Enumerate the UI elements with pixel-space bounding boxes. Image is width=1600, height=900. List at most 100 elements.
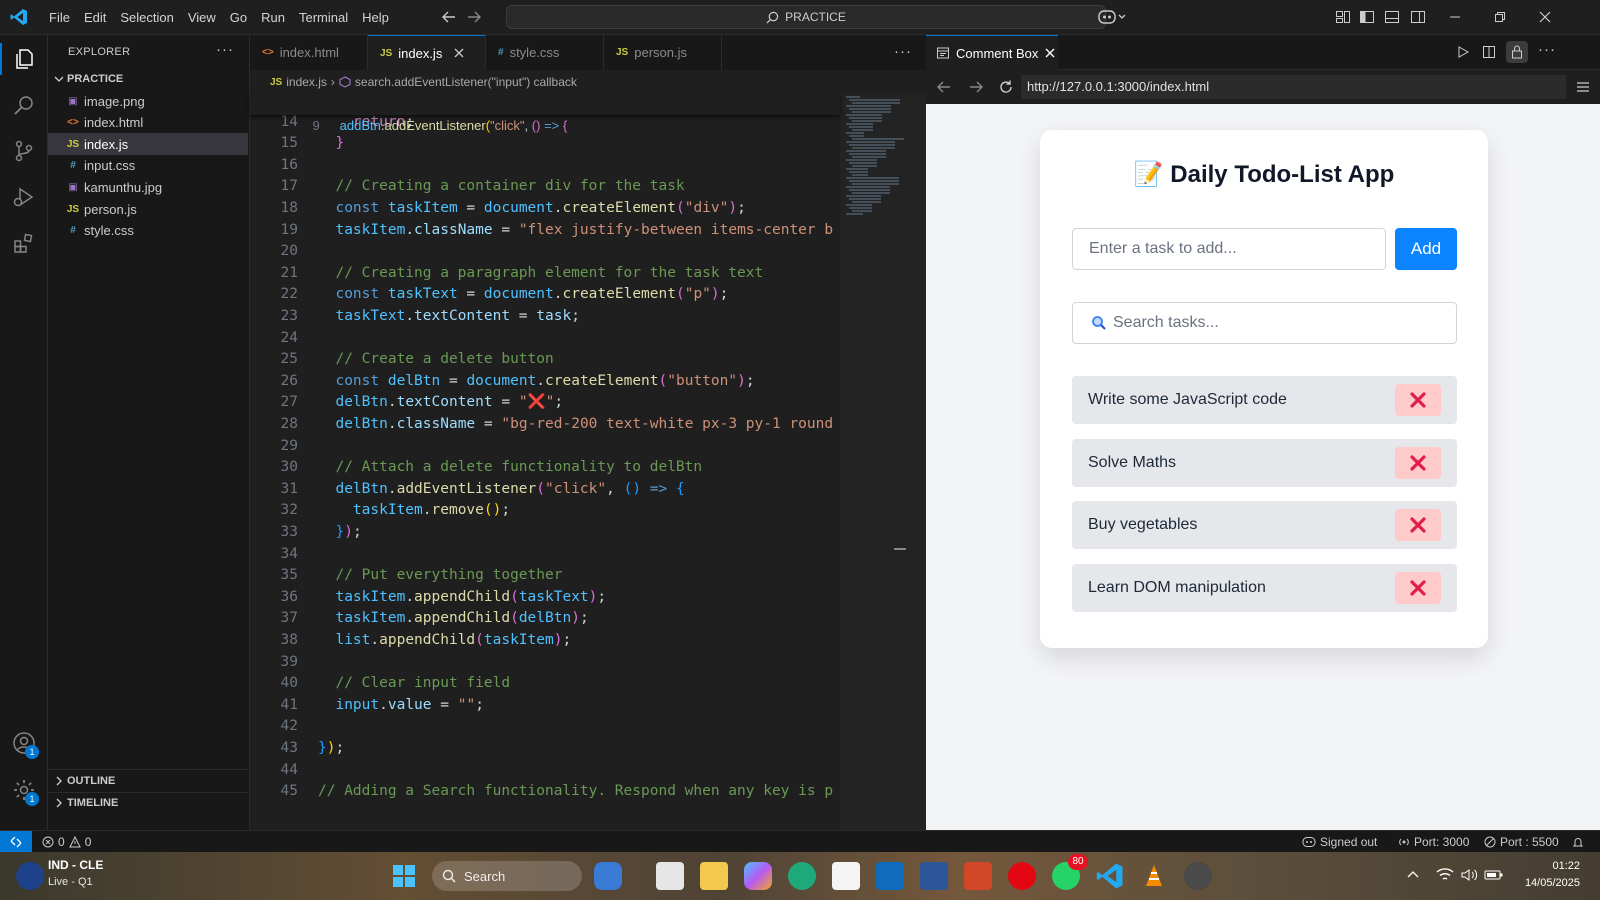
code-token: "p" (684, 286, 711, 303)
delete-button[interactable] (1395, 572, 1441, 605)
menu-view[interactable]: View (181, 0, 223, 35)
breadcrumb-symbol[interactable]: search.addEventListener("input") callbac… (355, 75, 577, 89)
chevron-up-icon[interactable] (1406, 868, 1420, 882)
delete-button[interactable] (1395, 509, 1441, 542)
close-window-icon[interactable] (1537, 9, 1553, 25)
port-3000-indicator[interactable]: Port: 3000 (1398, 831, 1469, 853)
file-item[interactable]: # style.css (48, 220, 248, 242)
breadcrumb-file[interactable]: index.js (286, 75, 327, 89)
code-line: 25 // Create a delete button (250, 348, 840, 370)
opera-icon[interactable] (1008, 862, 1036, 890)
menu-run[interactable]: Run (254, 0, 292, 35)
menu-icon[interactable] (1576, 80, 1590, 94)
outline-section[interactable]: OUTLINE (48, 770, 248, 792)
back-arrow-icon[interactable] (441, 9, 457, 25)
delete-button[interactable] (1395, 446, 1441, 479)
file-item[interactable]: JS person.js (48, 198, 248, 220)
remote-icon[interactable] (0, 831, 32, 853)
microsoft-store-icon[interactable] (832, 862, 860, 890)
windows-start-icon[interactable] (390, 862, 418, 890)
outlook-icon[interactable] (876, 862, 904, 890)
nba-logo-icon[interactable] (16, 862, 44, 890)
menu-edit[interactable]: Edit (77, 0, 113, 35)
file-explorer-icon[interactable] (700, 862, 728, 890)
widgets-icon[interactable] (594, 862, 622, 890)
edge-icon[interactable] (788, 862, 816, 890)
minimap-line (852, 138, 904, 140)
tab-index-js[interactable]: JS index.js (368, 35, 486, 70)
settings-app-icon[interactable] (1184, 862, 1212, 890)
wifi-icon[interactable] (1436, 867, 1454, 883)
tab-person-js[interactable]: JS person.js (604, 35, 722, 70)
close-tab-icon[interactable] (454, 48, 464, 58)
task-input[interactable]: Enter a task to add... (1072, 228, 1386, 270)
lock-icon[interactable] (1506, 41, 1528, 63)
clock[interactable]: 01:22 14/05/2025 (1525, 858, 1580, 892)
signed-out-indicator[interactable]: Signed out (1302, 831, 1377, 853)
source-control-icon[interactable] (12, 139, 36, 163)
file-item[interactable]: <> index.html (48, 112, 248, 134)
file-item[interactable]: ▣ image.png (48, 90, 248, 112)
reload-icon[interactable] (998, 79, 1014, 95)
close-tab-icon[interactable] (1044, 47, 1056, 59)
line-number: 19 (280, 221, 298, 238)
search-tasks-input[interactable]: Search tasks... (1072, 302, 1457, 344)
vlc-icon[interactable] (1140, 862, 1168, 890)
notifications-bell-icon[interactable] (1572, 831, 1584, 853)
battery-icon[interactable] (1484, 868, 1504, 882)
minimize-icon[interactable] (1447, 9, 1463, 25)
extensions-icon[interactable] (12, 231, 36, 255)
more-actions-icon[interactable]: ··· (1538, 41, 1556, 58)
code-area[interactable]: 13 alert("Task cannot be empty!");14 ret… (250, 93, 840, 830)
menu-selection[interactable]: Selection (113, 0, 180, 35)
tab-index-html[interactable]: <> index.html (250, 35, 368, 70)
add-button[interactable]: Add (1395, 228, 1457, 270)
task-view-icon[interactable] (656, 862, 684, 890)
menu-file[interactable]: File (42, 0, 77, 35)
minimap[interactable] (840, 93, 926, 830)
restore-icon[interactable] (1492, 9, 1508, 25)
command-center-search[interactable]: PRACTICE (506, 5, 1106, 29)
file-item[interactable]: # input.css (48, 155, 248, 177)
toggle-panel-icon[interactable] (1384, 9, 1400, 25)
menu-go[interactable]: Go (223, 0, 254, 35)
word-icon[interactable] (920, 862, 948, 890)
toggle-secondary-sidebar-icon[interactable] (1410, 9, 1426, 25)
file-item[interactable]: JS index.js (48, 133, 248, 156)
split-editor-icon[interactable] (1482, 45, 1496, 59)
url-bar[interactable]: http://127.0.0.1:3000/index.html (1021, 75, 1566, 99)
tab-style-css[interactable]: # style.css (486, 35, 604, 70)
editor-more-actions-icon[interactable]: ··· (894, 43, 912, 60)
preview-tab[interactable]: Comment Box (926, 35, 1058, 70)
forward-arrow-icon[interactable] (968, 79, 984, 95)
problems-indicator[interactable]: 0 0 (42, 831, 91, 853)
volume-icon[interactable] (1460, 867, 1478, 883)
run-icon[interactable] (1456, 45, 1470, 59)
customize-layout-icon[interactable] (1335, 9, 1351, 25)
copilot-icon[interactable] (1098, 8, 1128, 26)
toggle-sidebar-icon[interactable] (1359, 9, 1375, 25)
run-debug-icon[interactable] (12, 185, 36, 209)
copilot-app-icon[interactable] (744, 862, 772, 890)
menu-terminal[interactable]: Terminal (292, 0, 355, 35)
code-line: 21 // Creating a paragraph element for t… (250, 262, 840, 284)
delete-button[interactable] (1395, 384, 1441, 416)
explorer-icon[interactable] (12, 47, 36, 71)
folder-practice[interactable]: PRACTICE (48, 68, 248, 90)
vscode-taskbar-icon[interactable] (1096, 862, 1124, 890)
powerpoint-icon[interactable] (964, 862, 992, 890)
sticky-scroll-line[interactable]: 9 addBtn.addEventListener("click", () => … (250, 93, 840, 133)
forward-arrow-icon[interactable] (466, 9, 482, 25)
widget-title[interactable]: IND - CLE (48, 858, 103, 872)
menu-help[interactable]: Help (355, 0, 396, 35)
search-view-icon[interactable] (12, 93, 36, 117)
taskbar-search[interactable]: Search (432, 861, 582, 891)
app-title-text: Daily Todo-List App (1170, 161, 1395, 188)
back-arrow-icon[interactable] (936, 79, 952, 95)
port-5500-indicator[interactable]: Port : 5500 (1484, 831, 1559, 853)
more-actions-icon[interactable]: ··· (216, 41, 234, 58)
timeline-section[interactable]: TIMELINE (48, 792, 248, 814)
code-text: // Put everything together (318, 564, 562, 586)
file-item[interactable]: ▣ kamunthu.jpg (48, 176, 248, 198)
